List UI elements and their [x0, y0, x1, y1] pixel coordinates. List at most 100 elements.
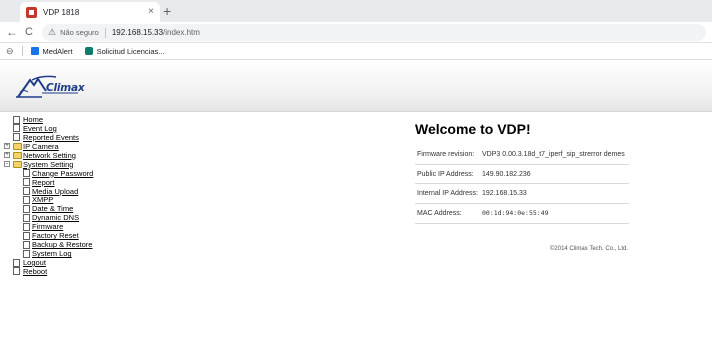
nav-link-change-password[interactable]: Change Password — [32, 169, 93, 178]
climax-logo: Climax — [12, 71, 112, 103]
solicitud-icon — [84, 47, 93, 55]
nav-tree: Home Event Log Reported Events + IP Came… — [4, 115, 154, 276]
open-folder-icon — [13, 160, 22, 168]
not-secure-label[interactable]: Não seguro — [60, 28, 99, 37]
web-page: Climax Home Event Log Reported Events + … — [0, 60, 712, 349]
nav-item-system-setting[interactable]: - System Setting — [4, 160, 154, 169]
nav-item-dynamic-dns[interactable]: Dynamic DNS — [4, 213, 154, 222]
medalert-icon — [30, 47, 39, 55]
page-header: Climax — [0, 60, 712, 112]
nav-item-media-upload[interactable]: Media Upload — [4, 187, 154, 196]
bookmark-medalert[interactable]: MedAlert — [30, 47, 73, 56]
nav-link-event-log[interactable]: Event Log — [23, 124, 57, 133]
page-icon — [13, 258, 20, 267]
close-tab-icon[interactable]: × — [148, 7, 154, 17]
device-info-table: Firmware revision: VDP3 0.00.3.18d_t7_ip… — [415, 145, 629, 224]
page-icon — [23, 240, 30, 249]
nav-link-dynamic-dns[interactable]: Dynamic DNS — [32, 213, 79, 222]
nav-link-system-setting[interactable]: System Setting — [23, 160, 73, 169]
info-value: 00:1d:94:0e:55:49 — [482, 208, 549, 217]
nav-link-logout[interactable]: Logout — [23, 258, 46, 267]
url-path[interactable]: /index.htm — [163, 28, 200, 37]
nav-item-reboot[interactable]: Reboot — [4, 267, 154, 276]
nav-link-reboot[interactable]: Reboot — [23, 267, 47, 276]
page-icon — [23, 204, 30, 213]
url-host[interactable]: 192.168.15.33 — [112, 28, 163, 37]
nav-link-system-log[interactable]: System Log — [32, 249, 72, 258]
page-icon — [13, 124, 20, 133]
page-icon — [23, 213, 30, 222]
page-icon — [23, 195, 30, 204]
site-favicon-icon — [26, 6, 37, 18]
bookmarks-divider — [21, 46, 23, 56]
nav-item-xmpp[interactable]: XMPP — [4, 195, 154, 204]
page-icon — [23, 178, 30, 187]
nav-item-ip-camera[interactable]: + IP Camera — [4, 142, 154, 151]
nav-item-logout[interactable]: Logout — [4, 258, 154, 267]
nav-link-date-time[interactable]: Date & Time — [32, 204, 73, 213]
nav-item-system-log[interactable]: System Log — [4, 249, 154, 258]
nav-link-report[interactable]: Report — [32, 178, 55, 187]
info-value: 149.90.182.236 — [482, 170, 531, 178]
nav-item-report[interactable]: Report — [4, 178, 154, 187]
nav-link-reported-events[interactable]: Reported Events — [23, 133, 79, 142]
nav-item-firmware[interactable]: Firmware — [4, 222, 154, 231]
folder-icon — [13, 151, 22, 159]
page-icon — [23, 187, 30, 195]
nav-link-xmpp[interactable]: XMPP — [32, 195, 53, 204]
info-row-public-ip: Public IP Address: 149.90.182.236 — [415, 165, 629, 184]
nav-item-event-log[interactable]: Event Log — [4, 124, 154, 133]
nav-link-firmware[interactable]: Firmware — [32, 222, 63, 231]
browser-tab-bar: VDP 1818 × + — [0, 0, 712, 22]
nav-link-factory-reset[interactable]: Factory Reset — [32, 231, 79, 240]
page-icon — [23, 222, 30, 231]
url-divider — [104, 27, 106, 38]
reload-icon[interactable]: C — [25, 25, 33, 39]
info-row-mac: MAC Address: 00:1d:94:0e:55:49 — [415, 204, 629, 224]
nav-link-media-upload[interactable]: Media Upload — [32, 187, 78, 196]
logo-text: Climax — [46, 82, 85, 94]
nav-link-network-setting[interactable]: Network Setting — [23, 151, 76, 160]
page-icon — [23, 169, 30, 178]
nav-link-home[interactable]: Home — [23, 115, 43, 124]
info-row-firmware: Firmware revision: VDP3 0.00.3.18d_t7_ip… — [415, 145, 629, 165]
nav-item-date-time[interactable]: Date & Time — [4, 204, 154, 213]
nav-item-change-password[interactable]: Change Password — [4, 169, 154, 178]
info-value: 192.168.15.33 — [482, 190, 527, 197]
info-key: MAC Address: — [417, 209, 462, 217]
info-row-internal-ip: Internal IP Address: 192.168.15.33 — [415, 184, 629, 204]
browser-tab[interactable]: VDP 1818 × — [20, 2, 160, 22]
folder-icon — [13, 142, 22, 150]
page-icon — [23, 249, 30, 258]
info-value: VDP3 0.00.3.18d_t7_iperf_sip_strerror de… — [482, 151, 625, 158]
main-content: Welcome to VDP! Firmware revision: VDP3 … — [415, 121, 645, 224]
warning-icon[interactable]: ⚠ — [48, 27, 56, 38]
nav-link-backup-restore[interactable]: Backup & Restore — [32, 240, 92, 249]
nav-link-ip-camera[interactable]: IP Camera — [23, 142, 59, 151]
bookmarks-bar: ⊖ MedAlert Solicitud Licencias... — [0, 43, 712, 60]
page-icon — [13, 115, 20, 124]
tab-title: VDP 1818 — [43, 7, 80, 17]
apps-grid-icon[interactable]: ⊖ — [6, 46, 14, 57]
collapse-icon[interactable]: - — [4, 161, 10, 168]
info-key: Internal IP Address: — [417, 190, 478, 197]
expand-icon[interactable]: + — [4, 143, 10, 150]
nav-item-factory-reset[interactable]: Factory Reset — [4, 231, 154, 240]
bookmark-label: Solicitud Licencias... — [96, 46, 165, 56]
nav-item-network-setting[interactable]: + Network Setting — [4, 151, 154, 160]
info-key: Public IP Address: — [417, 170, 474, 178]
expand-icon[interactable]: + — [4, 152, 10, 159]
nav-item-home[interactable]: Home — [4, 115, 154, 124]
new-tab-icon[interactable]: + — [163, 3, 171, 19]
info-key: Firmware revision: — [417, 151, 475, 158]
page-icon — [13, 267, 20, 276]
copyright-text: ©2014 Climax Tech. Co., Ltd. — [550, 246, 629, 252]
back-arrow-icon[interactable]: ← — [6, 25, 18, 39]
page-title: Welcome to VDP! — [415, 121, 531, 137]
bookmark-solicitud-licencias[interactable]: Solicitud Licencias... — [84, 46, 165, 56]
page-icon — [23, 231, 30, 240]
nav-item-reported-events[interactable]: Reported Events — [4, 133, 154, 142]
url-field[interactable]: ⚠ Não seguro 192.168.15.33 /index.htm — [42, 24, 706, 41]
address-bar: ← C ⚠ Não seguro 192.168.15.33 /index.ht… — [0, 22, 712, 43]
nav-item-backup-restore[interactable]: Backup & Restore — [4, 240, 154, 249]
